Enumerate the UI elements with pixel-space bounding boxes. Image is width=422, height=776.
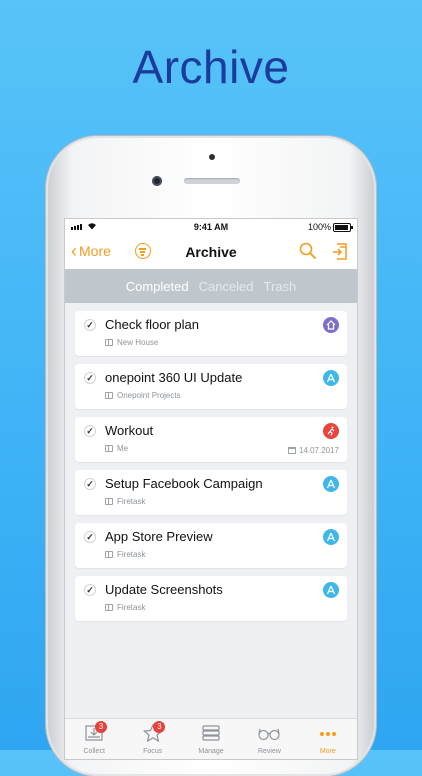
task-card[interactable]: ✓ Workout Me 14.07.2017 <box>75 417 347 462</box>
tab-review[interactable]: Review <box>240 719 298 759</box>
tab-manage[interactable]: Manage <box>182 719 240 759</box>
tab-collect[interactable]: 3 Collect <box>65 719 123 759</box>
task-title: Update Screenshots <box>105 582 223 597</box>
more-dots-icon <box>318 724 338 744</box>
house-icon <box>323 317 339 333</box>
task-project: New House <box>105 338 158 347</box>
check-icon[interactable]: ✓ <box>84 531 96 543</box>
task-card[interactable]: ✓ Check floor plan New House <box>75 311 347 356</box>
check-icon[interactable]: ✓ <box>84 319 96 331</box>
task-card[interactable]: ✓ onepoint 360 UI Update Onepoint Projec… <box>75 364 347 409</box>
task-project: Firetask <box>105 497 145 506</box>
nav-bar: ‹ More Archive <box>65 235 357 269</box>
task-project: Firetask <box>105 603 145 612</box>
calendar-icon <box>287 447 296 454</box>
runner-icon <box>323 423 339 439</box>
segment-trash[interactable]: Trash <box>264 279 297 294</box>
task-title: Workout <box>105 423 154 438</box>
tab-more[interactable]: More <box>299 719 357 759</box>
headline: Archive <box>132 41 290 93</box>
phone-sensor <box>209 154 215 160</box>
tab-label: Focus <box>143 748 163 755</box>
task-title: Check floor plan <box>105 317 199 332</box>
segment-completed[interactable]: Completed <box>126 279 189 294</box>
task-project: Firetask <box>105 550 145 559</box>
date-value: 14.07.2017 <box>298 446 339 455</box>
project-icon <box>105 498 113 505</box>
project-name: Firetask <box>117 550 146 559</box>
export-icon[interactable] <box>331 241 349 266</box>
stack-icon <box>201 724 221 744</box>
project-name: Me <box>117 444 129 453</box>
check-icon[interactable]: ✓ <box>84 372 96 384</box>
project-icon <box>105 551 113 558</box>
task-card[interactable]: ✓ App Store Preview Firetask <box>75 523 347 568</box>
front-camera <box>152 176 162 186</box>
task-title: App Store Preview <box>105 529 213 544</box>
phone-frame: 9:41 AM 100% ‹ More Archive Completed Ca… <box>46 136 376 776</box>
task-card[interactable]: ✓ Setup Facebook Campaign Firetask <box>75 470 347 515</box>
earpiece <box>184 178 240 184</box>
app-store-icon <box>323 370 339 386</box>
project-name: Firetask <box>117 603 146 612</box>
segment-control: Completed Canceled Trash <box>65 269 357 303</box>
app-store-icon <box>323 476 339 492</box>
task-list: ✓ Check floor plan New House ✓ onepoint … <box>75 311 347 629</box>
task-title: Setup Facebook Campaign <box>105 476 263 491</box>
task-title: onepoint 360 UI Update <box>105 370 243 385</box>
check-icon[interactable]: ✓ <box>84 584 96 596</box>
app-screen: 9:41 AM 100% ‹ More Archive Completed Ca… <box>64 218 358 760</box>
tab-focus[interactable]: 3 Focus <box>123 719 181 759</box>
tab-label: Manage <box>198 748 224 755</box>
task-project: Me <box>105 444 128 453</box>
tab-label: Collect <box>83 748 105 755</box>
project-icon <box>105 339 113 346</box>
tab-bar: 3 Collect 3 Focus Manage Review More <box>65 718 357 759</box>
check-icon[interactable]: ✓ <box>84 478 96 490</box>
app-store-icon <box>323 529 339 545</box>
app-store-icon <box>323 582 339 598</box>
task-project: Onepoint Projects <box>105 391 181 400</box>
battery-icon <box>333 223 353 232</box>
task-card[interactable]: ✓ Update Screenshots Firetask <box>75 576 347 621</box>
project-icon <box>105 392 113 399</box>
segment-canceled[interactable]: Canceled <box>199 279 254 294</box>
focus-badge: 3 <box>153 721 166 733</box>
project-name: Firetask <box>117 497 146 506</box>
task-date: 14.07.2017 <box>287 446 339 455</box>
project-name: New House <box>117 338 159 347</box>
tab-label: More <box>319 748 336 755</box>
collect-badge: 3 <box>95 721 107 733</box>
search-icon[interactable] <box>299 242 317 265</box>
status-bar: 9:41 AM 100% <box>65 219 357 235</box>
battery-percent: 100% <box>307 222 331 232</box>
project-icon <box>105 445 113 452</box>
check-icon[interactable]: ✓ <box>84 425 96 437</box>
tab-label: Review <box>257 748 281 755</box>
project-name: Onepoint Projects <box>117 391 181 400</box>
project-icon <box>105 604 113 611</box>
glasses-icon <box>257 724 281 744</box>
